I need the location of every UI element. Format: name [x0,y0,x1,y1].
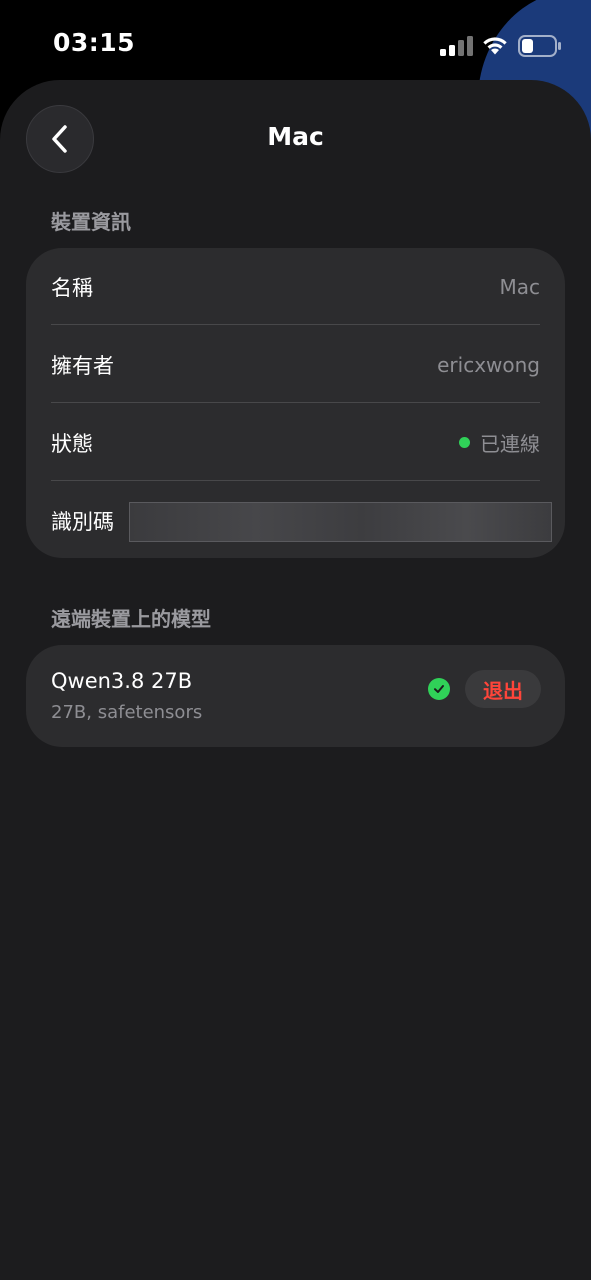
row-label: 狀態 [51,431,93,456]
model-list-item: Qwen3.8 27B 27B, safetensors 退出 [26,645,565,747]
identifier-field-redacted[interactable] [129,502,552,542]
checkmark-icon [434,685,444,693]
row-label: 識別碼 [51,509,114,534]
row-value: ericxwong [437,352,540,377]
check-circle-icon [428,678,450,700]
status-dot-icon [459,437,470,448]
divider [51,402,540,403]
wifi-icon [483,37,507,55]
status-text: 已連線 [480,432,540,456]
status-bar: 03:15 [0,0,591,80]
row-label: 名稱 [51,275,93,300]
model-meta: 27B, safetensors [51,702,203,723]
status-value: 已連線 [459,428,540,457]
divider [51,324,540,325]
cellular-signal-icon [440,36,473,56]
battery-icon [518,35,561,57]
exit-button[interactable]: 退出 [465,670,541,708]
row-label: 擁有者 [51,353,114,378]
info-row-status: 狀態 已連線 [51,404,540,481]
info-row-owner: 擁有者 ericxwong [51,326,540,403]
row-value: Mac [499,274,540,299]
screen: 03:15 Mac 裝置資訊 名稱 Mac 擁有者 ericxwong 狀態 已… [0,0,591,1280]
model-name: Qwen3.8 27B [51,669,193,693]
device-info-section-title: 裝置資訊 [51,210,131,234]
device-info-card: 名稱 Mac 擁有者 ericxwong 狀態 已連線 識別碼 [26,248,565,558]
info-row-name: 名稱 Mac [51,248,540,325]
status-time: 03:15 [53,28,136,57]
divider [51,480,540,481]
page-title: Mac [267,122,324,151]
models-section-title: 遠端裝置上的模型 [51,607,211,631]
